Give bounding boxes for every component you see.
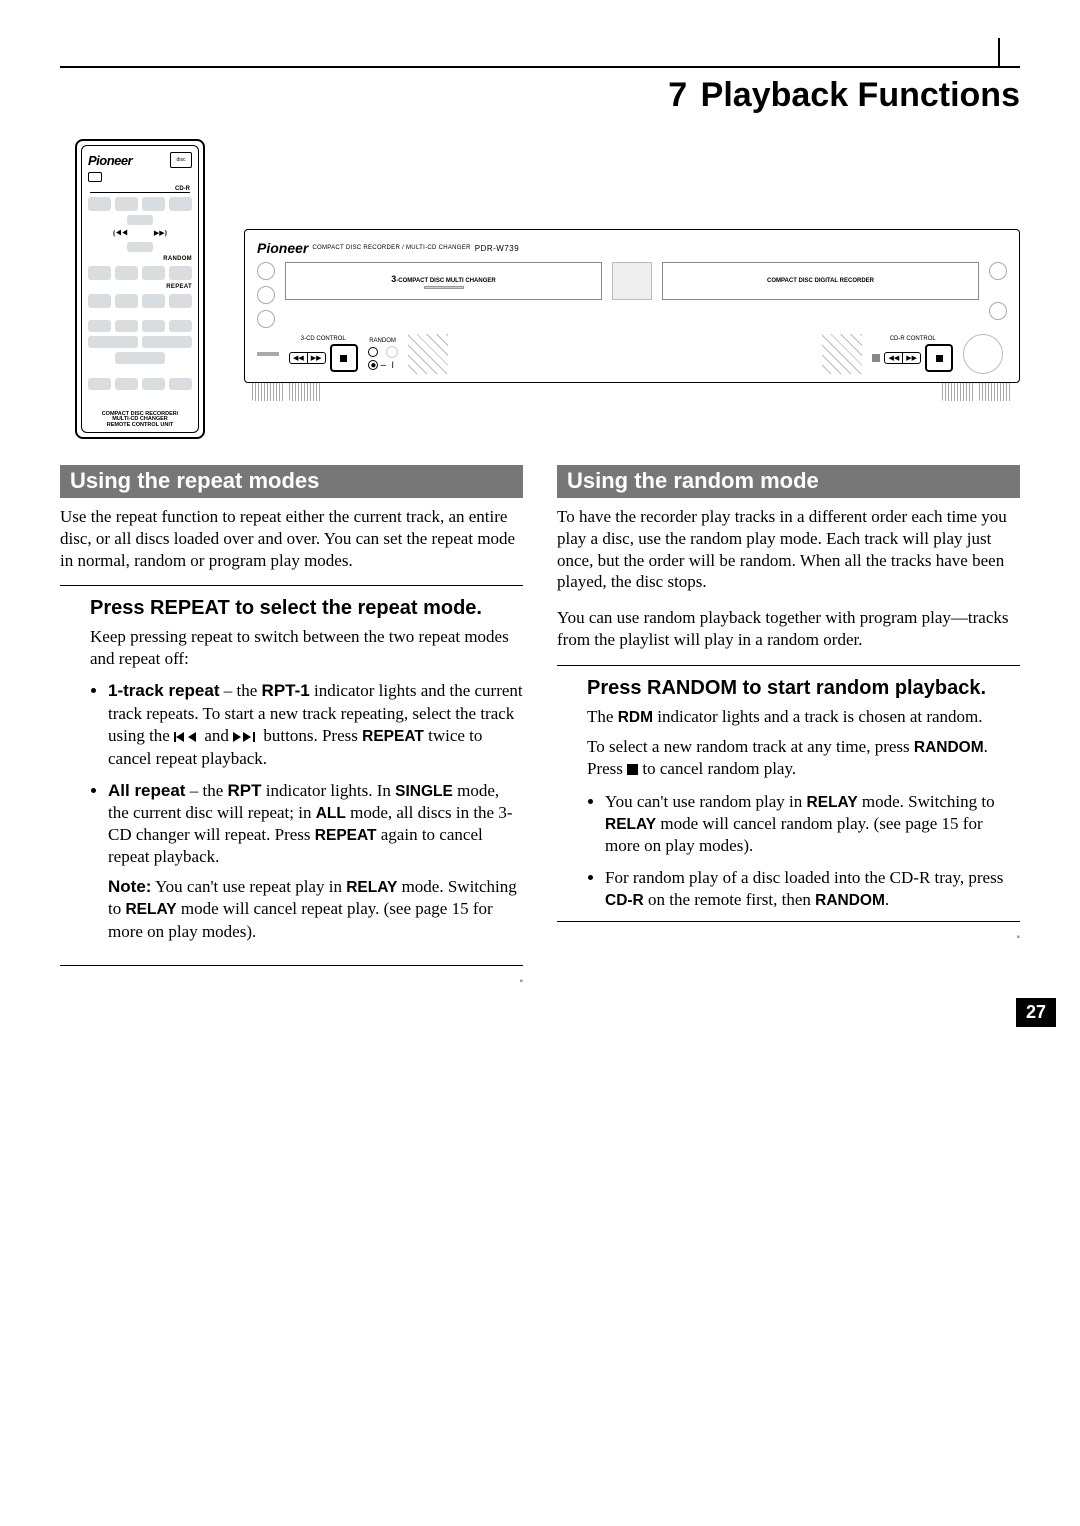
disc-button-1 — [257, 262, 275, 280]
recorder-tray: COMPACT DISC DIGITAL RECORDER — [662, 262, 979, 300]
random-step-line1: The RDM indicator lights and a track is … — [587, 706, 1020, 728]
repeat-intro: Use the repeat function to repeat either… — [60, 506, 523, 571]
left-column: Using the repeat modes Use the repeat fu… — [60, 465, 523, 987]
disc-button-3 — [257, 310, 275, 328]
content-columns: Using the repeat modes Use the repeat fu… — [60, 465, 1020, 987]
random-button-icon — [368, 347, 378, 357]
divider — [557, 665, 1020, 666]
remote-brand: Pioneer — [88, 153, 132, 168]
remote-footer: COMPACT DISC RECORDER/ MULTI-CD CHANGER … — [88, 412, 192, 429]
panel-model: PDR-W739 — [475, 244, 519, 253]
stop-button-2-icon — [925, 344, 953, 372]
jog-dial-icon — [963, 334, 1003, 374]
stop-button-icon — [330, 344, 358, 372]
diagrams-row: Pioneer disc CD-R ⦗◀◀ ▶▶⦘ RANDOM REPEAT — [60, 139, 1020, 439]
divider — [60, 585, 523, 586]
repeat-label: REPEAT — [88, 284, 192, 290]
bullet-random-cdr: For random play of a disc loaded into th… — [605, 867, 1020, 911]
page-number: 27 — [1016, 998, 1056, 1027]
front-panel-illustration: Pioneer COMPACT DISC RECORDER / MULTI-CD… — [244, 229, 1020, 383]
random-intro: To have the recorder play tracks in a di… — [557, 506, 1020, 593]
right-column: Using the random mode To have the record… — [557, 465, 1020, 987]
random-bullets: You can't use random play in RELAY mode.… — [587, 791, 1020, 912]
random-step-line2: To select a new random track at any time… — [587, 736, 1020, 781]
random-panel-label: RANDOM — [369, 338, 396, 344]
chapter-title: Playback Functions — [701, 76, 1020, 114]
ctrl-left-label: 3-CD CONTROL — [301, 336, 346, 342]
random-label: RANDOM — [88, 256, 192, 262]
random-intro-2: You can use random playback together wit… — [557, 607, 1020, 651]
eject-button — [989, 262, 1007, 280]
repeat-step-body: Keep pressing repeat to switch between t… — [90, 626, 523, 670]
panel-hatch-2 — [822, 334, 862, 374]
remote-illustration: Pioneer disc CD-R ⦗◀◀ ▶▶⦘ RANDOM REPEAT — [75, 139, 205, 439]
bullet-random-relay: You can't use random play in RELAY mode.… — [605, 791, 1020, 857]
stop-icon — [627, 759, 638, 781]
ctrl-right-label: CD-R CONTROL — [890, 336, 936, 342]
section-heading-random: Using the random mode — [557, 465, 1020, 498]
random-step-title: Press RANDOM to start random playback. — [587, 676, 1020, 700]
repeat-bullets: 1-track repeat – the RPT-1 indicator lig… — [90, 680, 523, 942]
end-tick-icon: ▪ — [519, 976, 523, 987]
end-tick-icon: ▪ — [1016, 932, 1020, 943]
section-heading-repeat: Using the repeat modes — [60, 465, 523, 498]
bullet-1track: 1-track repeat – the RPT-1 indicator lig… — [108, 680, 523, 769]
panel-hatch — [408, 334, 448, 374]
panel-brand: Pioneer — [257, 240, 308, 256]
chapter-number: 7 — [668, 76, 687, 114]
page-title: 7 Playback Functions — [60, 76, 1020, 115]
next-track-icon — [233, 726, 259, 748]
divider — [557, 921, 1020, 922]
panel-feet — [244, 383, 1020, 401]
display-window — [612, 262, 652, 300]
eject-button-2 — [989, 302, 1007, 320]
divider — [60, 965, 523, 966]
header-rule — [60, 40, 1020, 68]
bullet-allrepeat: All repeat – the RPT indicator lights. I… — [108, 780, 523, 943]
disc-logo-icon: disc — [170, 152, 192, 168]
power-icon — [88, 172, 102, 182]
prev-track-icon — [174, 726, 200, 748]
cdr-tag: CD-R — [90, 186, 190, 193]
repeat-step-title: Press REPEAT to select the repeat mode. — [90, 596, 523, 620]
changer-tray: 3-COMPACT DISC MULTI CHANGER — [285, 262, 602, 300]
panel-subtitle: COMPACT DISC RECORDER / MULTI-CD CHANGER — [312, 245, 470, 251]
disc-button-2 — [257, 286, 275, 304]
